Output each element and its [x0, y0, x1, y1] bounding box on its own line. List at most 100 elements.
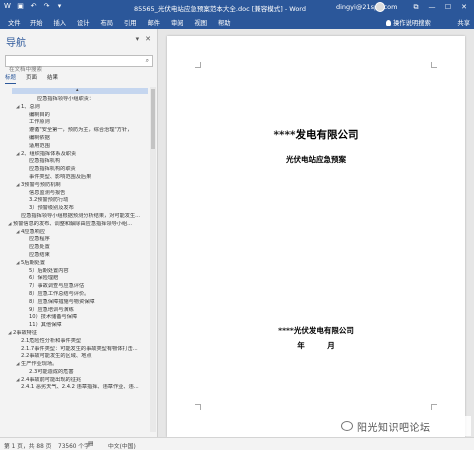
nav-heading-item[interactable]: ◢ 生产作业现场。: [0, 361, 150, 369]
document-page[interactable]: ****发电有限公司 光伏电站应急预案 ****光伏发电有限公司 年 月: [167, 36, 465, 437]
nav-heading-item[interactable]: 应急指挥机构: [0, 158, 150, 166]
nav-heading-item[interactable]: ◢ 5后期处置: [0, 260, 150, 268]
current-heading-highlight[interactable]: ▴: [12, 87, 148, 94]
minimize-icon[interactable]: —: [424, 0, 440, 15]
nav-heading-item[interactable]: 信息监测与报告: [0, 190, 150, 198]
nav-heading-item[interactable]: 应急指挥领导小组根据预测分析结果，对可能发生...: [0, 213, 150, 221]
nav-heading-label: 8）应急保障措施与物资保障: [29, 298, 95, 305]
maximize-icon[interactable]: ☐: [440, 0, 456, 15]
nav-heading-item[interactable]: ◢ 3预警与预防机制: [0, 182, 150, 190]
nav-heading-item[interactable]: 3.2预警预防行动: [0, 197, 150, 205]
search-icon[interactable]: ⌕: [146, 57, 149, 65]
share-button[interactable]: 共享: [457, 18, 470, 27]
nav-heading-label: 应急指挥领导小组根据预测分析结果，对可能发生...: [21, 212, 141, 219]
tab-file[interactable]: 文件: [8, 18, 30, 27]
nav-heading-item[interactable]: 编制依据: [0, 135, 150, 143]
nav-heading-item[interactable]: 2.4.1 恶劣天气、2.4.2 违章指挥、违章作业、违...: [0, 384, 150, 392]
tab-references[interactable]: 引用: [124, 18, 148, 27]
tab-insert[interactable]: 插入: [54, 18, 78, 27]
document-search[interactable]: ⌕: [5, 55, 153, 75]
crop-mark: [431, 62, 437, 68]
nav-heading-label: 3）预警级别及发布: [29, 205, 74, 212]
wechat-logo-icon: [341, 421, 353, 431]
nav-heading-label: 1、总则: [21, 103, 40, 110]
nav-heading-item[interactable]: 工作原则: [0, 119, 150, 127]
nav-heading-item[interactable]: 2.2事故可能发生的区域、地点: [0, 353, 150, 361]
tab-design[interactable]: 设计: [77, 18, 101, 27]
nav-heading-item[interactable]: 应急处置: [0, 244, 150, 252]
nav-heading-item[interactable]: 应急结束: [0, 252, 150, 260]
document-area[interactable]: ****发电有限公司 光伏电站应急预案 ****光伏发电有限公司 年 月: [159, 29, 474, 437]
tab-layout[interactable]: 布局: [101, 18, 125, 27]
nav-heading-item[interactable]: ◢ 4应急响应: [0, 229, 150, 237]
word-icon[interactable]: W: [3, 2, 12, 11]
nav-scrollbar[interactable]: [150, 87, 156, 432]
nav-heading-item[interactable]: 3）预警级别及发布: [0, 205, 150, 213]
user-account[interactable]: dingyi@21spv.com: [336, 3, 397, 11]
nav-heading-item[interactable]: 应急指挥机构的职责: [0, 166, 150, 174]
nav-heading-label: 5后期处置: [21, 259, 46, 266]
nav-heading-label: 应急处置: [29, 244, 50, 251]
date-line: 年 月: [297, 341, 335, 350]
tab-help[interactable]: 帮助: [218, 18, 242, 27]
nav-heading-item[interactable]: 6）保险理赔: [0, 275, 150, 283]
chevron-down-icon[interactable]: ▾: [136, 35, 140, 43]
nav-heading-item[interactable]: 2.3可能造成的危害: [0, 369, 150, 377]
nav-heading-item[interactable]: 9）应急培训与演练: [0, 307, 150, 315]
undo-icon[interactable]: ↶: [29, 2, 38, 11]
tab-results[interactable]: 结果: [47, 73, 58, 84]
watermark-text: 阳光知识吧论坛: [357, 422, 431, 434]
page-count[interactable]: 第 1 页，共 88 页: [4, 441, 51, 450]
nav-heading-label: 3.2预警预防行动: [29, 197, 69, 204]
tab-headings[interactable]: 标题: [5, 73, 17, 84]
title-bar: W ▣ ↶ ↷ ▾ 85565_光伏电站应急预案范本大全.doc [兼容模式] …: [0, 0, 474, 15]
nav-heading-item[interactable]: 事件类型、影响范围及后果: [0, 174, 150, 182]
watermark: 阳光知识吧论坛: [337, 416, 471, 436]
nav-heading-label: 生产作业现场。: [21, 361, 58, 368]
nav-scrollbar-thumb[interactable]: [151, 89, 155, 149]
nav-heading-item[interactable]: ◢ 2事故特征: [0, 330, 150, 338]
nav-heading-item[interactable]: 2.1.7事件类型：可能发生的事故类型有物体打击...: [0, 346, 150, 354]
redo-icon[interactable]: ↷: [42, 2, 51, 11]
save-icon[interactable]: ▣: [16, 2, 25, 11]
nav-heading-item[interactable]: ◢ 2.4事故前可能出现的征兆: [0, 377, 150, 385]
nav-heading-item[interactable]: 5）后期处置内容: [0, 268, 150, 276]
avatar[interactable]: [375, 2, 385, 12]
tab-view[interactable]: 视图: [195, 18, 219, 27]
proofing-icon[interactable]: ▤: [88, 441, 93, 447]
nav-heading-label: 3预警与预防机制: [21, 181, 61, 188]
nav-heading-item[interactable]: ◢ 1、总则: [0, 104, 150, 112]
nav-heading-item[interactable]: 2.1危险性分析和事件类型: [0, 338, 150, 346]
nav-heading-item[interactable]: 8）应急工作总结与评价。: [0, 291, 150, 299]
nav-heading-label: 事件类型、影响范围及后果: [29, 173, 92, 180]
crop-mark: [195, 404, 201, 410]
nav-heading-item[interactable]: 8）应急保障措施与物资保障: [0, 299, 150, 307]
ribbon-display-icon[interactable]: ⧉: [408, 0, 424, 15]
nav-heading-item[interactable]: 11）其他保障: [0, 322, 150, 330]
navigation-controls: ▾ ✕: [136, 35, 151, 43]
word-count[interactable]: 73560 个字: [58, 441, 90, 450]
nav-heading-label: 2.1.7事件类型：可能发生的事故类型有物体打击...: [21, 345, 138, 352]
tell-me-search[interactable]: 操作说明搜索: [386, 18, 431, 27]
heading-tree: 应急指挥领导小组职责： ◢ 1、总则 编制目的 工作原则 遵循"安全第一，预防为主，综合治…: [0, 96, 150, 392]
tab-mailings[interactable]: 邮件: [148, 18, 172, 27]
nav-heading-item[interactable]: 应急指挥领导小组职责：: [0, 96, 150, 104]
nav-heading-label: 2、组织指挥体系及职责: [21, 150, 77, 157]
nav-heading-item[interactable]: ◢ 预警信息的发布、调整和解除由应急指挥领导小组...: [0, 221, 150, 229]
close-icon[interactable]: ✕: [145, 35, 151, 43]
tab-review[interactable]: 审阅: [171, 18, 195, 27]
close-icon[interactable]: ✕: [456, 0, 472, 15]
nav-heading-item[interactable]: 10）技术储备与保障: [0, 314, 150, 322]
nav-heading-item[interactable]: 编制目的: [0, 112, 150, 120]
nav-heading-item[interactable]: ◢ 2、组织指挥体系及职责: [0, 151, 150, 159]
nav-heading-item[interactable]: 应急程序: [0, 236, 150, 244]
nav-heading-item[interactable]: 适用范围: [0, 143, 150, 151]
tab-pages[interactable]: 页面: [26, 73, 37, 84]
nav-heading-item[interactable]: 7）事故调查与应急评估: [0, 283, 150, 291]
language-indicator[interactable]: 中文(中国): [108, 441, 136, 450]
customize-icon[interactable]: ▾: [55, 2, 64, 11]
nav-heading-item[interactable]: 遵循"安全第一，预防为主，综合治理"方针，: [0, 127, 150, 135]
nav-heading-label: 工作原则: [29, 119, 50, 126]
tab-home[interactable]: 开始: [30, 18, 54, 27]
issuer-name: ****光伏发电有限公司: [278, 326, 354, 335]
